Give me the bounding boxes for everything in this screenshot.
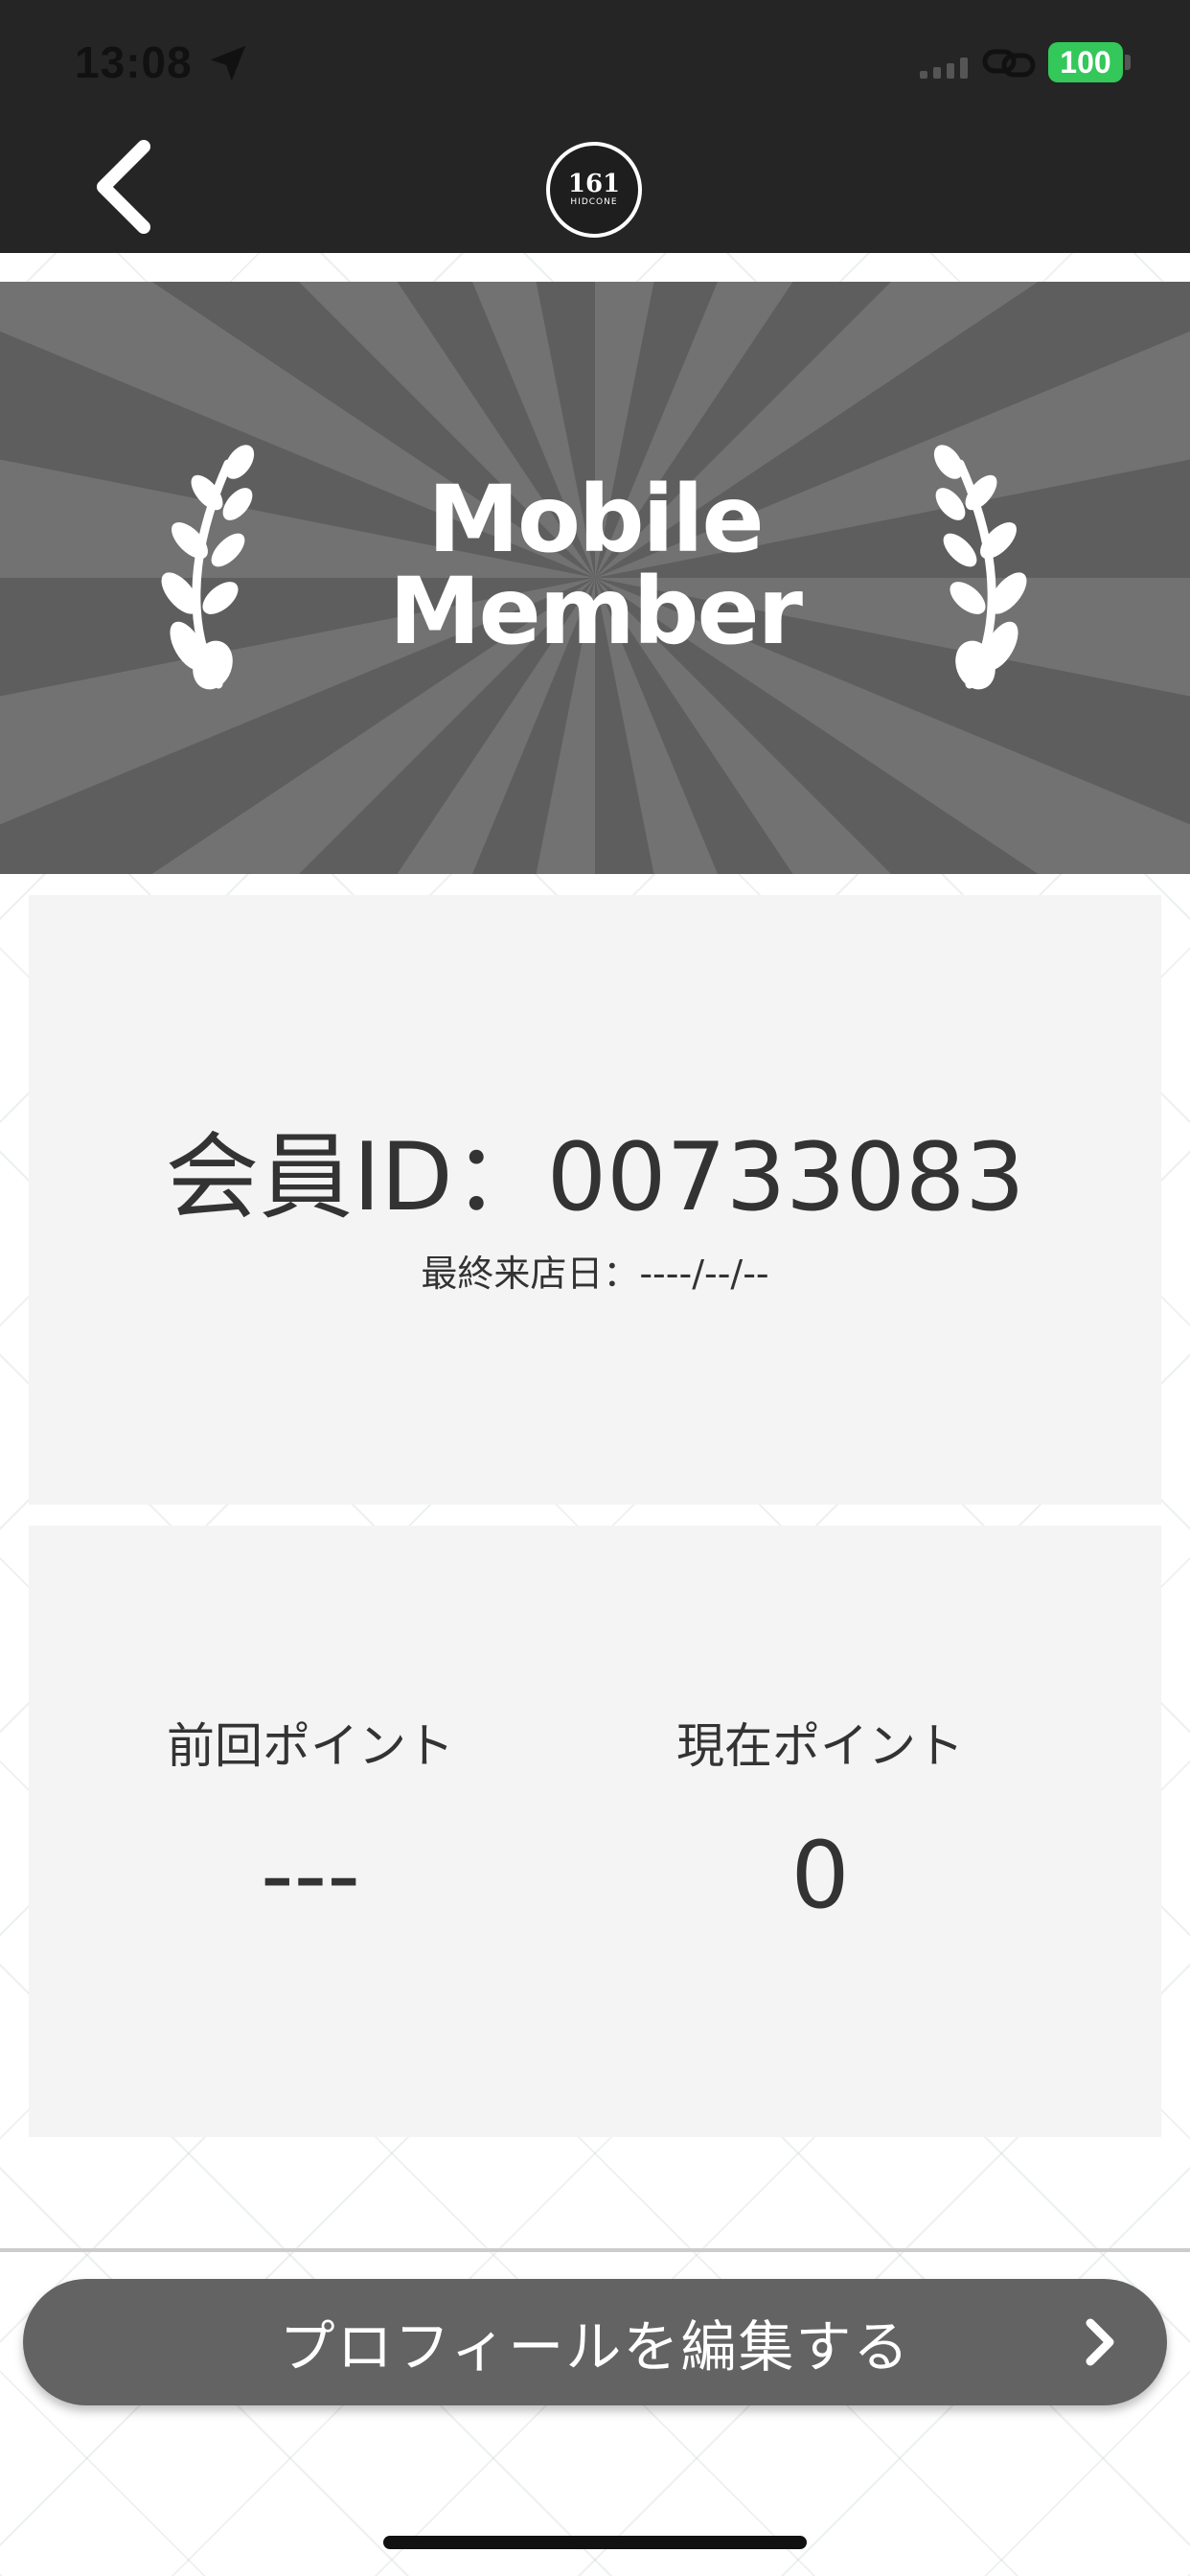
top-bar: 13:08 100 161 HIDCONE	[0, 0, 1190, 253]
back-button[interactable]	[80, 134, 167, 240]
chevron-right-icon	[1086, 2318, 1114, 2366]
last-visit-date: 最終来店日：----/--/--	[421, 1253, 769, 1295]
logo-subtitle: HIDCONE	[570, 197, 618, 207]
battery-icon: 100	[1048, 42, 1123, 82]
edit-profile-label: プロフィールを編集する	[279, 2314, 911, 2380]
location-arrow-icon	[210, 45, 246, 81]
battery-level: 100	[1060, 45, 1111, 80]
home-indicator	[383, 2536, 807, 2549]
banner-title: Mobile Member	[0, 473, 1190, 657]
status-time: 13:08	[75, 37, 193, 87]
current-points-value: 0	[790, 1822, 850, 1929]
current-points: 現在ポイント 0	[561, 1717, 1079, 1928]
member-info-card: 会員ID：00733083 最終来店日：----/--/--	[29, 895, 1161, 1505]
points-card: 前回ポイント --- 現在ポイント 0	[29, 1526, 1161, 2137]
membership-banner: Mobile Member	[0, 282, 1190, 874]
logo-number: 161	[567, 170, 621, 198]
previous-points-label: 前回ポイント	[167, 1718, 454, 1774]
edit-profile-button[interactable]: プロフィールを編集する	[23, 2279, 1167, 2405]
chevron-left-icon	[97, 140, 150, 234]
previous-points-value: ---	[261, 1822, 360, 1929]
member-id: 会員ID：00733083	[165, 1123, 1025, 1232]
previous-points: 前回ポイント ---	[52, 1717, 569, 1928]
banner-title-line2: Member	[389, 558, 803, 665]
signal-icon	[920, 58, 968, 79]
section-divider	[0, 2248, 1190, 2252]
banner-title-line1: Mobile	[427, 466, 764, 573]
battery-tip	[1125, 55, 1131, 70]
brand-logo: 161 HIDCONE	[546, 142, 642, 238]
link-icon	[982, 49, 1036, 78]
current-points-label: 現在ポイント	[676, 1718, 964, 1774]
